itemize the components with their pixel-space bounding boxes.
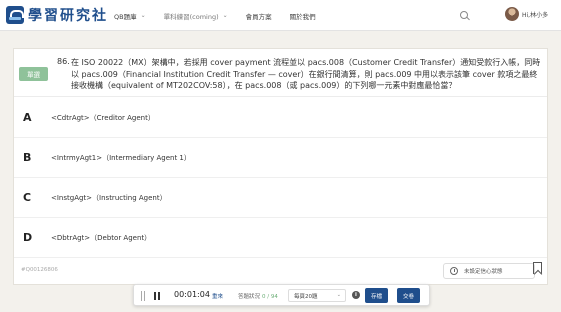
per-page-select[interactable]: 每頁20題 ⌄ bbox=[288, 289, 346, 302]
question-id: #Q00126806 bbox=[21, 267, 58, 273]
option-c[interactable]: C <InstgAgt>（Instructing Agent） bbox=[14, 178, 547, 218]
question-type-badge: 單選 bbox=[19, 67, 48, 81]
confidence-select[interactable]: 未設定信心狀態 bbox=[443, 263, 535, 279]
top-header: 學習研究社 QB題庫 ⌄ 單科練習(coming) ⌄ 會員方案 關於我們 Hi… bbox=[0, 0, 561, 31]
chevron-down-icon: ⌄ bbox=[336, 292, 341, 298]
question-number: 86. bbox=[57, 57, 70, 66]
timer: 00:01:04 bbox=[174, 290, 210, 299]
site-logo[interactable]: 學習研究社 bbox=[6, 5, 108, 25]
question-card: 單選 86. 在 ISO 20022（MX）架構中，若採用 cover paym… bbox=[13, 48, 548, 285]
user-menu[interactable]: Hi,林小多 bbox=[505, 7, 548, 21]
nav-item-qb[interactable]: QB題庫 ⌄ bbox=[114, 11, 146, 21]
avatar bbox=[505, 7, 519, 21]
nav-item-label: 關於我們 bbox=[289, 12, 316, 21]
chevron-down-icon: ⌄ bbox=[140, 12, 146, 19]
drag-handle-icon[interactable] bbox=[141, 291, 145, 301]
reset-link[interactable]: 重來 bbox=[212, 292, 223, 300]
main-nav: QB題庫 ⌄ 單科練習(coming) ⌄ 會員方案 關於我們 bbox=[114, 0, 334, 31]
nav-item-label: 會員方案 bbox=[245, 12, 272, 21]
answer-status-count: 0 / 94 bbox=[262, 294, 278, 300]
submit-button[interactable]: 交卷 bbox=[397, 288, 420, 303]
nav-item-membership[interactable]: 會員方案 bbox=[246, 11, 272, 21]
option-letter: C bbox=[23, 191, 32, 204]
nav-item-about[interactable]: 關於我們 bbox=[290, 11, 316, 21]
confidence-label: 未設定信心狀態 bbox=[464, 269, 503, 275]
nav-item-label: 單科練習(coming) bbox=[163, 12, 219, 21]
option-a[interactable]: A <CdtrAgt>（Creditor Agent） bbox=[14, 98, 547, 138]
option-letter: A bbox=[23, 111, 32, 124]
pause-icon[interactable] bbox=[154, 292, 161, 300]
exam-toolbar: 00:01:04 重來 答題狀況 0 / 94 每頁20題 ⌄ i 存檔 交卷 bbox=[133, 284, 430, 306]
user-name: Hi,林小多 bbox=[522, 11, 549, 19]
option-letter: B bbox=[23, 151, 32, 164]
bookmark-icon[interactable] bbox=[533, 262, 542, 274]
question-header: 單選 86. 在 ISO 20022（MX）架構中，若採用 cover paym… bbox=[14, 49, 547, 97]
question-text: 在 ISO 20022（MX）架構中，若採用 cover payment 流程並… bbox=[71, 58, 541, 90]
option-text: <DbtrAgt>（Debtor Agent） bbox=[51, 233, 152, 242]
answer-status[interactable]: 答題狀況 0 / 94 bbox=[238, 292, 278, 300]
info-icon[interactable]: i bbox=[352, 291, 360, 299]
option-text: <InstgAgt>（Instructing Agent） bbox=[51, 193, 167, 202]
logo-icon bbox=[6, 6, 24, 24]
chevron-down-icon: ⌄ bbox=[222, 12, 228, 19]
option-letter: D bbox=[23, 231, 33, 244]
clock-icon bbox=[450, 267, 458, 275]
option-b[interactable]: B <IntrmyAgt1>（Intermediary Agent 1） bbox=[14, 138, 547, 178]
per-page-value: 每頁20題 bbox=[294, 293, 318, 300]
answer-status-label: 答題狀況 bbox=[238, 294, 261, 300]
option-d[interactable]: D <DbtrAgt>（Debtor Agent） bbox=[14, 218, 547, 258]
question-footer: #Q00126806 未設定信心狀態 bbox=[14, 257, 547, 285]
logo-text: 學習研究社 bbox=[28, 8, 108, 24]
search-icon[interactable] bbox=[459, 10, 470, 21]
save-button[interactable]: 存檔 bbox=[365, 288, 388, 303]
option-text: <CdtrAgt>（Creditor Agent） bbox=[51, 113, 155, 122]
nav-item-label: QB題庫 bbox=[114, 12, 137, 21]
nav-item-subject-practice[interactable]: 單科練習(coming) ⌄ bbox=[164, 11, 228, 21]
option-text: <IntrmyAgt1>（Intermediary Agent 1） bbox=[51, 153, 191, 162]
